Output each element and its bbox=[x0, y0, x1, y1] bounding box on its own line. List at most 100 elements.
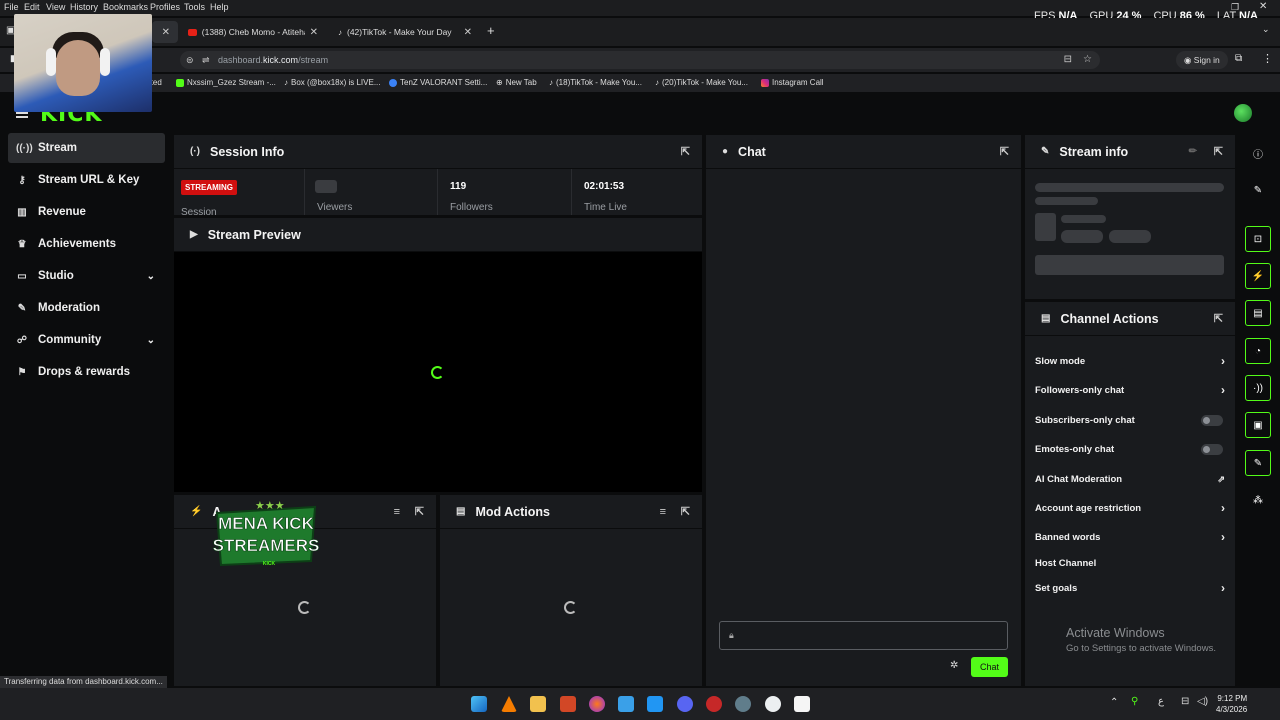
send-chat-button[interactable]: Chat bbox=[971, 657, 1008, 677]
chat-bubble-icon[interactable]: ◔ bbox=[1245, 338, 1271, 364]
channel-action-account-age[interactable]: Account age restriction › bbox=[1035, 499, 1225, 517]
microphone-icon[interactable]: ⚲ bbox=[1131, 696, 1138, 707]
channel-action-slow-mode[interactable]: Slow mode › bbox=[1035, 352, 1225, 370]
steam-icon[interactable] bbox=[765, 696, 781, 712]
menu-profiles[interactable]: Profiles bbox=[150, 2, 180, 12]
channel-action-set-goals[interactable]: Set goals › bbox=[1035, 579, 1225, 597]
cell-label: Viewers bbox=[317, 202, 353, 213]
wrench-icon[interactable]: ✎ bbox=[1245, 450, 1271, 476]
notepad-icon[interactable] bbox=[794, 696, 810, 712]
chat-settings-gear-icon[interactable]: ✲ bbox=[950, 660, 958, 671]
menu-view[interactable]: View bbox=[46, 2, 65, 12]
file-explorer-icon[interactable] bbox=[530, 696, 546, 712]
screenshot-icon[interactable]: ⊡ bbox=[1245, 226, 1271, 252]
document-icon[interactable]: ▤ bbox=[1245, 300, 1271, 326]
bookmark-item[interactable]: ⊕ New Tab bbox=[496, 78, 537, 87]
popout-icon[interactable]: ⇱ bbox=[1214, 145, 1223, 158]
install-app-icon[interactable]: ⊟ bbox=[1064, 51, 1072, 69]
chat-input[interactable]: 🔒︎ bbox=[719, 621, 1008, 650]
sidebar-item-studio[interactable]: ▭ Studio ⌄ bbox=[8, 261, 165, 291]
channel-action-followers-only[interactable]: Followers-only chat › bbox=[1035, 381, 1225, 399]
discord-icon[interactable] bbox=[677, 696, 693, 712]
edit-pencil-icon[interactable]: ✏︎ bbox=[1189, 146, 1197, 157]
bookmark-item[interactable]: Nxssim_Gzez Stream -... bbox=[176, 78, 276, 87]
bookmark-item[interactable]: Instagram Call bbox=[761, 78, 824, 87]
tab-youtube[interactable]: (1388) Cheb Momo - Atiteha l'a ✕ bbox=[180, 21, 326, 43]
subscribers-only-toggle[interactable] bbox=[1201, 414, 1223, 426]
microsoft-store-icon[interactable] bbox=[618, 696, 634, 712]
browser-menu-icon[interactable]: ⋮ bbox=[1262, 52, 1273, 65]
bolt-icon[interactable]: ⚡ bbox=[1245, 263, 1271, 289]
broadcast-icon[interactable]: ·)) bbox=[1245, 375, 1271, 401]
sidebar-item-revenue[interactable]: ▥ Revenue bbox=[8, 197, 165, 227]
channel-action-banned-words[interactable]: Banned words › bbox=[1035, 528, 1225, 546]
system-clock[interactable]: 9:12 PM 4/3/2026 bbox=[1216, 693, 1247, 715]
edit-icon[interactable]: ✎ bbox=[1245, 177, 1271, 203]
network-icon[interactable]: ⊟ bbox=[1181, 696, 1189, 707]
svg-text:★★★: ★★★ bbox=[255, 499, 285, 512]
emotes-only-toggle[interactable] bbox=[1201, 443, 1223, 455]
bookmark-item[interactable]: TenZ VALORANT Setti... bbox=[389, 78, 487, 87]
channel-action-host-channel[interactable]: Host Channel bbox=[1035, 554, 1225, 572]
extensions-icon[interactable]: ⧉ bbox=[1235, 53, 1242, 64]
sidebar-item-stream[interactable]: ((·)) Stream bbox=[8, 133, 165, 163]
close-tab-icon[interactable]: ✕ bbox=[310, 27, 318, 38]
tray-chevron-up-icon[interactable]: ⌃ bbox=[1110, 697, 1118, 708]
menu-tools[interactable]: Tools bbox=[184, 2, 205, 12]
bookmark-star-icon[interactable]: ☆ bbox=[1083, 51, 1092, 69]
cell-label: Time Live bbox=[584, 202, 627, 213]
loading-skeleton bbox=[1035, 255, 1224, 275]
add-widget-icon[interactable]: ⁂ bbox=[1245, 487, 1271, 513]
filter-icon[interactable]: ≡ bbox=[660, 506, 666, 518]
menu-history[interactable]: History bbox=[70, 2, 98, 12]
windows-start-icon[interactable] bbox=[471, 696, 487, 712]
settings-panel-icon[interactable]: ▣ bbox=[1245, 412, 1271, 438]
chrome-icon[interactable] bbox=[706, 696, 722, 712]
app-window-icon[interactable] bbox=[647, 696, 663, 712]
tab-tiktok[interactable]: ♪ (42)TikTok - Make Your Day ✕ bbox=[330, 21, 480, 43]
new-tab-icon[interactable]: + bbox=[487, 23, 495, 38]
channel-action-ai-moderation[interactable]: AI Chat Moderation ⇗ bbox=[1035, 470, 1225, 488]
popout-icon[interactable]: ⇱ bbox=[1000, 145, 1009, 158]
tab-active[interactable]: ✕ bbox=[152, 21, 178, 43]
sidebar-item-moderation[interactable]: ✎ Moderation bbox=[8, 293, 165, 323]
sidebar-item-label: Drops & rewards bbox=[38, 366, 131, 378]
tab-list-chevron-icon[interactable]: ⌄ bbox=[1262, 24, 1270, 35]
sidebar-item-achievements[interactable]: ♛ Achievements bbox=[8, 229, 165, 259]
address-bar[interactable]: ⊜ ⇌ dashboard.kick.com/stream ⊟ ☆ bbox=[180, 51, 1100, 69]
info-icon[interactable]: ⓘ bbox=[1245, 140, 1271, 166]
language-icon[interactable]: ع bbox=[1158, 696, 1164, 707]
sidebar-item-stream-url-key[interactable]: ⚷ Stream URL & Key bbox=[8, 165, 165, 195]
bookmark-item[interactable]: ♪ (18)TikTok - Make You... bbox=[549, 78, 642, 87]
close-tab-icon[interactable]: ✕ bbox=[464, 27, 472, 38]
site-info-icon[interactable]: ⊜ bbox=[186, 51, 194, 69]
bookmark-item[interactable]: ♪ (20)TikTok - Make You... bbox=[655, 78, 748, 87]
tune-icon[interactable]: ⇌ bbox=[202, 51, 210, 69]
settings-gear-icon[interactable] bbox=[735, 696, 751, 712]
vlc-icon[interactable] bbox=[501, 696, 517, 712]
menu-bookmarks[interactable]: Bookmarks bbox=[103, 2, 148, 12]
sidebar-item-community[interactable]: ☍ Community ⌄ bbox=[8, 325, 165, 355]
popout-icon[interactable]: ⇱ bbox=[681, 145, 690, 158]
menu-edit[interactable]: Edit bbox=[24, 2, 40, 12]
menu-file[interactable]: File bbox=[4, 2, 19, 12]
popout-icon[interactable]: ⇱ bbox=[1214, 312, 1223, 325]
filter-icon[interactable]: ≡ bbox=[394, 506, 400, 518]
sign-in-button[interactable]: ◉ Sign in bbox=[1176, 51, 1228, 69]
profile-icon: ◉ bbox=[1184, 55, 1192, 65]
loading-spinner bbox=[564, 601, 577, 614]
volume-icon[interactable]: ◁) bbox=[1197, 696, 1208, 707]
popout-icon[interactable]: ⇱ bbox=[681, 505, 690, 518]
close-tab-icon[interactable]: ✕ bbox=[162, 27, 170, 38]
sign-in-label: Sign in bbox=[1193, 55, 1220, 65]
bookmark-item[interactable]: ♪ Box (@box18x) is LIVE... bbox=[284, 78, 381, 87]
powerpoint-icon[interactable] bbox=[560, 696, 576, 712]
popout-icon[interactable]: ⇱ bbox=[415, 505, 424, 518]
firefox-icon[interactable] bbox=[589, 696, 605, 712]
chart-icon: ▥ bbox=[17, 206, 27, 218]
menu-help[interactable]: Help bbox=[210, 2, 229, 12]
window-close-icon[interactable]: ✕ bbox=[1259, 1, 1267, 12]
panel-header: ▤ Channel Actions ⇱ bbox=[1025, 302, 1235, 336]
user-avatar[interactable] bbox=[1234, 104, 1252, 122]
sidebar-item-drops-rewards[interactable]: ⚑ Drops & rewards bbox=[8, 357, 165, 387]
